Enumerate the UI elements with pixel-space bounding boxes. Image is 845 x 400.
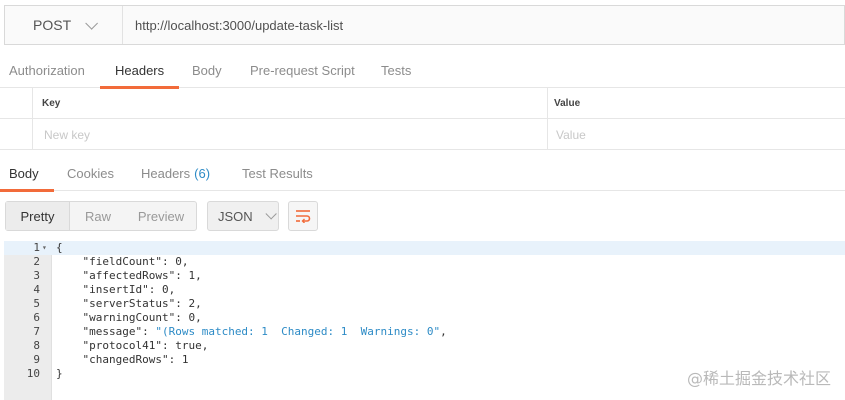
code-text: "serverStatus": 2, [56, 297, 202, 310]
code-line: 7 "message": "(Rows matched: 1 Changed: … [4, 325, 845, 339]
new-value-input[interactable]: Value [556, 119, 586, 150]
line-number: 6 [33, 311, 40, 324]
fold-arrow-icon[interactable]: ▾ [42, 241, 47, 255]
code-text: } [56, 367, 63, 380]
tab-cookies[interactable]: Cookies [67, 155, 114, 191]
format-label: JSON [218, 208, 253, 224]
pretty-button[interactable]: Pretty [6, 202, 70, 230]
wrap-lines-icon [296, 210, 311, 223]
tab-tests[interactable]: Tests [381, 52, 411, 88]
tab-response-headers[interactable]: Headers (6) [141, 155, 210, 191]
code-text: "message": "(Rows matched: 1 Changed: 1 … [56, 325, 447, 338]
headers-count-badge: (6) [194, 165, 211, 181]
line-number: 7 [33, 325, 40, 338]
watermark: @稀土掘金技术社区 [686, 369, 831, 388]
tab-headers[interactable]: Headers [99, 52, 180, 89]
preview-button[interactable]: Preview [126, 202, 196, 230]
line-number: 10 [26, 367, 40, 380]
new-key-input[interactable]: New key [44, 119, 90, 150]
code-text: "warningCount": 0, [56, 311, 202, 324]
tab-pre-request-script[interactable]: Pre-request Script [250, 52, 355, 88]
line-number: 1 [33, 241, 40, 254]
url-input[interactable]: http://localhost:3000/update-task-list [123, 18, 343, 33]
wrap-lines-button[interactable] [288, 201, 318, 231]
tab-body[interactable]: Body [192, 52, 222, 88]
table-row: New key Value [0, 119, 845, 150]
value-column-header: Value [554, 98, 581, 109]
code-line: 5 "serverStatus": 2, [4, 297, 845, 311]
line-number: 9 [33, 353, 40, 366]
request-tabs: Authorization Headers Body Pre-request S… [0, 52, 845, 89]
code-line: 1 ▾ { [4, 241, 845, 255]
code-text: "affectedRows": 1, [56, 269, 202, 282]
code-text: "changedRows": 1 [56, 353, 189, 366]
code-line: 6 "warningCount": 0, [4, 311, 845, 325]
method-label: POST [33, 17, 72, 33]
raw-button[interactable]: Raw [70, 202, 126, 230]
line-number: 5 [33, 297, 40, 310]
code-line: 4 "insertId": 0, [4, 283, 845, 297]
table-header-row: Key Value [0, 88, 845, 119]
headers-table: Key Value New key Value [0, 88, 845, 150]
request-bar: POST http://localhost:3000/update-task-l… [4, 5, 845, 45]
line-number: 2 [33, 255, 40, 268]
code-text: "protocol41": true, [56, 339, 209, 352]
chevron-down-icon [85, 16, 99, 30]
tab-test-results[interactable]: Test Results [242, 155, 313, 191]
code-text: "insertId": 0, [56, 283, 176, 296]
code-line: 3 "affectedRows": 1, [4, 269, 845, 283]
code-line: 8 "protocol41": true, [4, 339, 845, 353]
code-line: 2 "fieldCount": 0, [4, 255, 845, 269]
tab-response-headers-label: Headers [141, 165, 191, 181]
method-select[interactable]: POST [5, 6, 123, 44]
line-number: 4 [33, 283, 40, 296]
code-text: { [56, 241, 63, 254]
key-column-header: Key [42, 98, 61, 109]
tab-response-body[interactable]: Body [0, 155, 54, 192]
line-number: 3 [33, 269, 40, 282]
code-text: "fieldCount": 0, [56, 255, 189, 268]
chevron-down-icon [265, 208, 277, 220]
tab-authorization[interactable]: Authorization [9, 52, 85, 88]
format-select[interactable]: JSON [207, 201, 279, 231]
line-number: 8 [33, 339, 40, 352]
response-tabs: Body Cookies Headers (6) Test Results [0, 155, 845, 192]
view-mode-toggle: Pretty Raw Preview [5, 201, 197, 231]
